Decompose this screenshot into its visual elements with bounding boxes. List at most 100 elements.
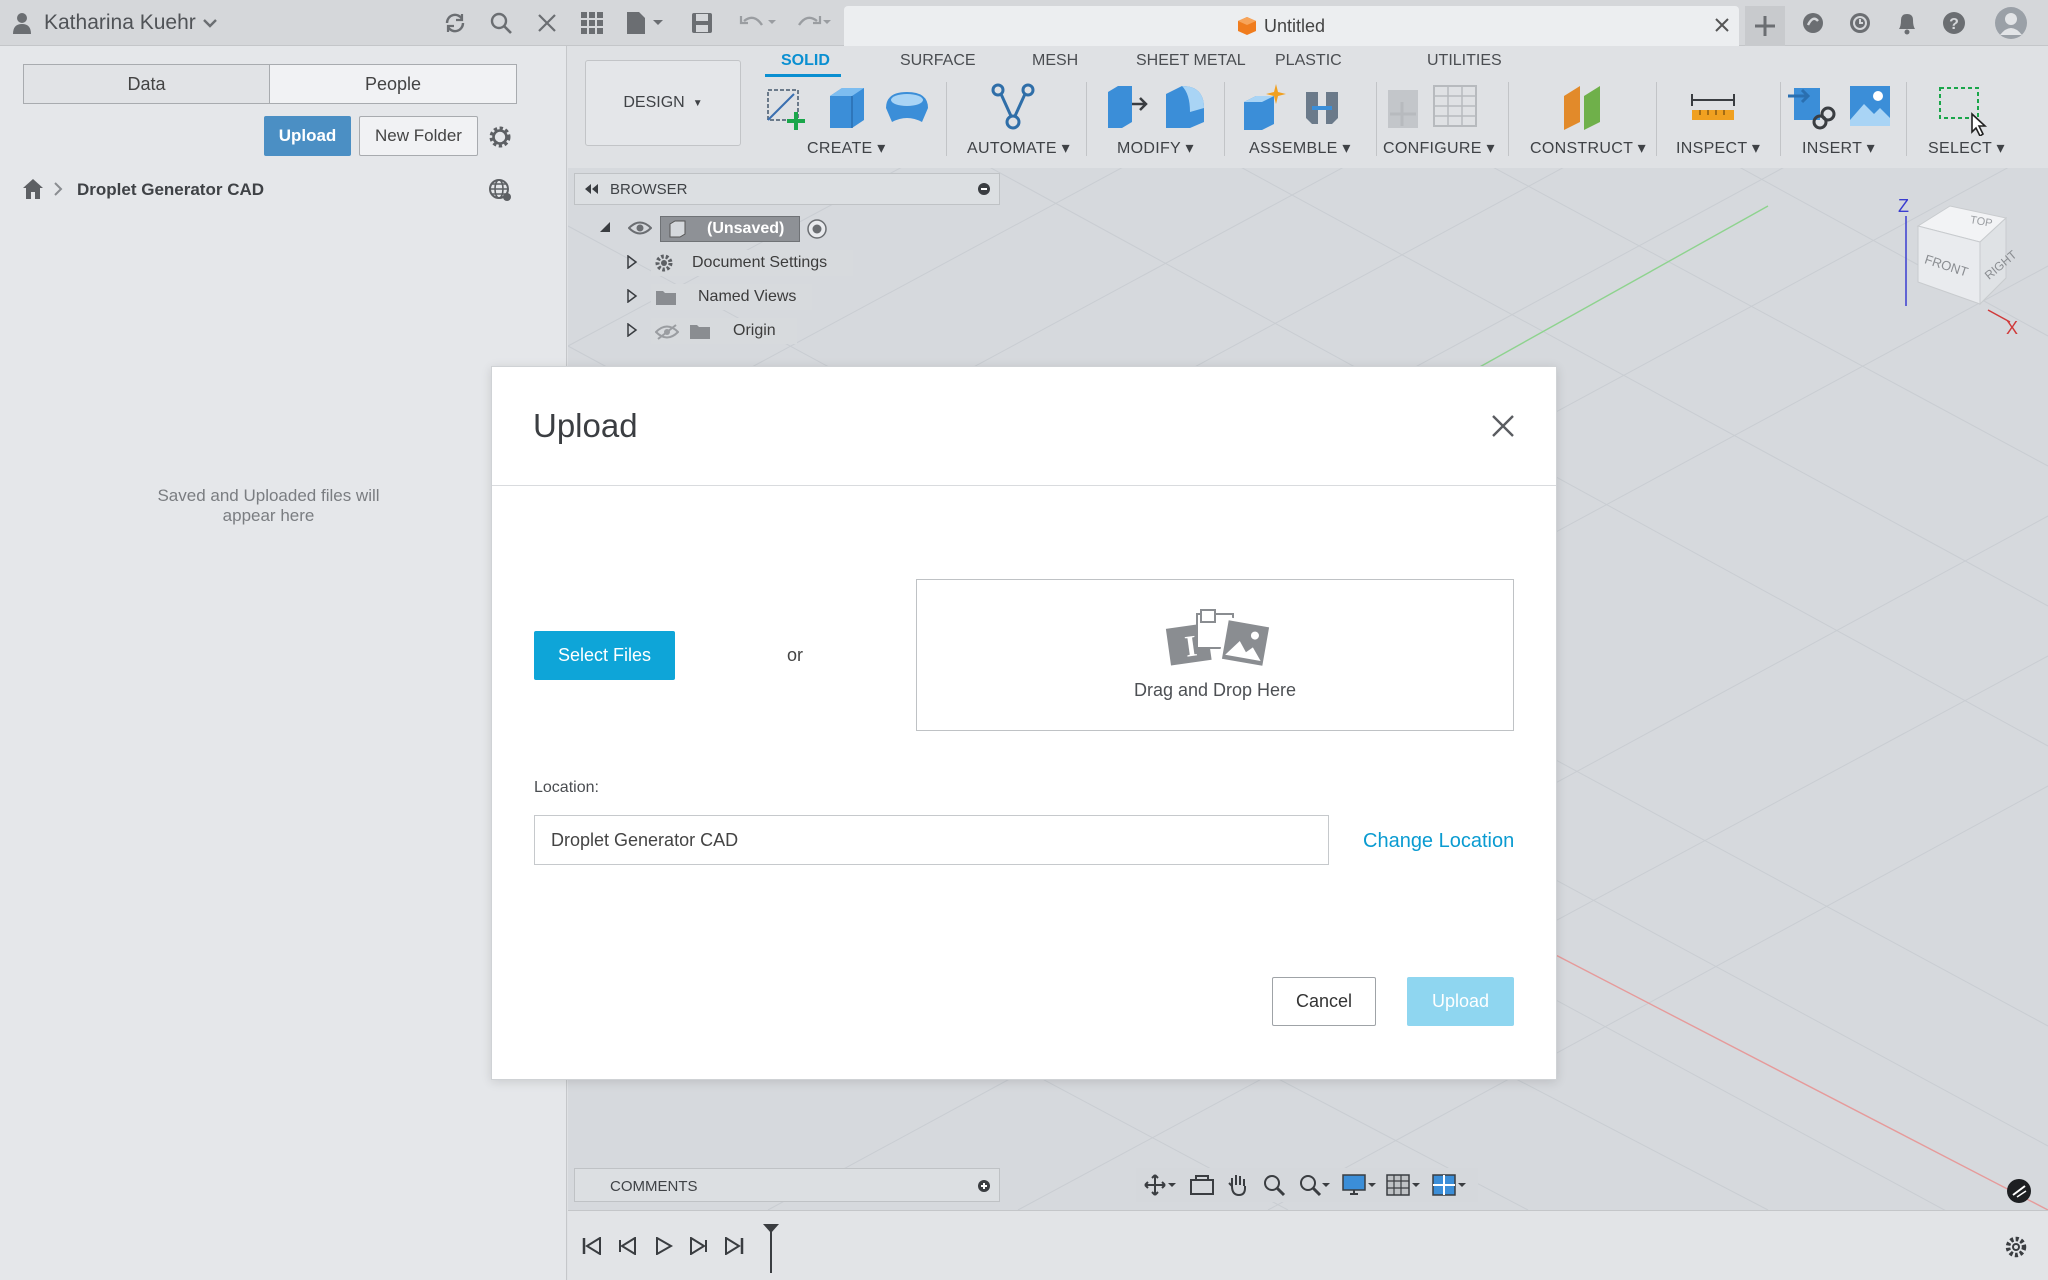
tree-expand-icon[interactable] <box>626 254 638 274</box>
press-pull-icon[interactable] <box>1102 82 1150 137</box>
empty-message-line: Saved and Uploaded files will <box>157 486 380 505</box>
group-modify[interactable]: MODIFY ▾ <box>1117 138 1194 158</box>
hidden-eye-icon[interactable] <box>654 323 680 346</box>
upload-confirm-button[interactable]: Upload <box>1407 977 1514 1026</box>
step-forward-icon[interactable] <box>688 1236 708 1260</box>
job-status-icon[interactable] <box>1846 9 1874 37</box>
measure-icon[interactable] <box>1688 90 1738 131</box>
help-icon[interactable]: ? <box>1940 9 1968 37</box>
undo-icon[interactable] <box>737 9 779 37</box>
extrude-icon[interactable] <box>822 82 870 137</box>
search-icon[interactable] <box>487 9 515 37</box>
new-folder-button[interactable]: New Folder <box>359 116 478 156</box>
tree-item-document-settings[interactable]: Document Settings <box>651 250 853 276</box>
group-create[interactable]: CREATE ▾ <box>807 138 886 158</box>
group-automate[interactable]: AUTOMATE ▾ <box>967 138 1070 158</box>
refresh-icon[interactable] <box>441 9 469 37</box>
orbit-icon[interactable] <box>1144 1174 1176 1201</box>
tab-plastic[interactable]: PLASTIC <box>1275 52 1342 70</box>
apps-grid-icon[interactable] <box>578 9 606 37</box>
pan-hand-icon[interactable] <box>1226 1173 1250 1202</box>
separator <box>1086 82 1087 156</box>
drop-zone[interactable]: I Drag and Drop Here <box>916 579 1514 731</box>
notifications-bell-icon[interactable] <box>1893 9 1921 37</box>
save-icon[interactable] <box>688 9 716 37</box>
canvas-image-icon[interactable] <box>1848 84 1892 133</box>
location-field[interactable]: Droplet Generator CAD <box>534 815 1329 865</box>
tab-data[interactable]: Data <box>23 64 270 104</box>
go-to-start-icon[interactable] <box>582 1236 602 1260</box>
offset-plane-icon[interactable] <box>1558 82 1608 137</box>
comments-panel-header[interactable]: COMMENTS <box>574 1168 1000 1202</box>
grid-settings-icon[interactable] <box>1386 1174 1420 1201</box>
minimize-icon[interactable] <box>977 182 991 201</box>
create-sketch-icon[interactable] <box>762 84 810 137</box>
viewcube[interactable]: TOP FRONT RIGHT Z X <box>1888 196 2019 338</box>
gear-icon <box>654 253 674 278</box>
redo-icon[interactable] <box>792 9 834 37</box>
extensions-icon[interactable] <box>1799 9 1827 37</box>
close-tab-icon[interactable] <box>1713 16 1731 39</box>
zoom-icon[interactable] <box>1262 1173 1286 1202</box>
group-inspect[interactable]: INSPECT ▾ <box>1676 138 1760 158</box>
fusion-assistant-icon[interactable] <box>2006 1178 2032 1209</box>
file-menu-icon[interactable] <box>624 9 666 37</box>
fit-zoom-icon[interactable] <box>1298 1173 1330 1202</box>
automate-icon[interactable] <box>988 82 1038 137</box>
browser-panel-header[interactable]: BROWSER <box>574 173 1000 205</box>
select-files-button[interactable]: Select Files <box>534 631 675 680</box>
tree-expand-icon[interactable] <box>626 288 638 308</box>
collapse-left-icon[interactable] <box>583 182 599 201</box>
group-insert[interactable]: INSERT ▾ <box>1802 138 1875 158</box>
upload-button[interactable]: Upload <box>264 116 351 156</box>
settings-gear-icon[interactable] <box>487 124 513 155</box>
tree-collapse-icon[interactable] <box>598 220 612 239</box>
tree-expand-icon[interactable] <box>626 322 638 342</box>
tab-solid[interactable]: SOLID <box>781 52 830 70</box>
configure-icon[interactable] <box>1382 82 1482 137</box>
close-icon[interactable] <box>1490 413 1516 439</box>
group-assemble[interactable]: ASSEMBLE ▾ <box>1249 138 1351 158</box>
breadcrumb[interactable]: Droplet Generator CAD <box>77 180 264 200</box>
visibility-eye-icon[interactable] <box>627 219 653 242</box>
chevron-down-icon[interactable] <box>196 9 224 37</box>
fillet-icon[interactable] <box>1160 82 1210 137</box>
group-configure[interactable]: CONFIGURE ▾ <box>1383 138 1495 158</box>
revolve-icon[interactable] <box>882 86 932 135</box>
tab-mesh[interactable]: MESH <box>1032 52 1078 70</box>
home-icon[interactable] <box>22 178 44 205</box>
tree-root-node[interactable]: (Unsaved) <box>660 216 800 242</box>
tree-item-origin[interactable]: Origin <box>651 318 797 344</box>
new-component-icon[interactable] <box>1238 82 1288 137</box>
cancel-button[interactable]: Cancel <box>1272 977 1376 1026</box>
insert-derive-icon[interactable] <box>1786 82 1836 139</box>
workspace-switcher[interactable]: DESIGN ▼ <box>585 60 741 146</box>
new-tab-button[interactable] <box>1745 6 1785 46</box>
play-icon[interactable] <box>654 1236 674 1260</box>
change-location-link[interactable]: Change Location <box>1363 830 1514 853</box>
joint-icon[interactable] <box>1298 84 1346 137</box>
tab-utilities[interactable]: UTILITIES <box>1427 52 1502 70</box>
group-construct[interactable]: CONSTRUCT ▾ <box>1530 138 1646 158</box>
ribbon-toolbar: DESIGN ▼ SOLID SURFACE MESH SHEET METAL P… <box>568 46 2048 168</box>
activate-radio-icon[interactable] <box>806 218 828 245</box>
user-name[interactable]: Katharina Kuehr <box>44 11 196 35</box>
account-avatar[interactable] <box>1994 6 2028 40</box>
tree-item-named-views[interactable]: Named Views <box>651 284 812 310</box>
tab-sheet-metal[interactable]: SHEET METAL <box>1136 52 1246 70</box>
step-back-icon[interactable] <box>618 1236 638 1260</box>
select-window-icon[interactable] <box>1934 84 1990 141</box>
tab-people[interactable]: People <box>269 64 517 104</box>
look-at-icon[interactable] <box>1190 1174 1214 1201</box>
go-to-end-icon[interactable] <box>724 1236 744 1260</box>
viewports-icon[interactable] <box>1432 1174 1466 1201</box>
close-icon[interactable] <box>533 9 561 37</box>
globe-share-icon[interactable] <box>488 178 512 207</box>
timeline-settings-gear-icon[interactable] <box>2004 1235 2028 1264</box>
expand-plus-icon[interactable] <box>977 1179 991 1198</box>
display-settings-icon[interactable] <box>1342 1174 1376 1201</box>
group-select[interactable]: SELECT ▾ <box>1928 138 2005 158</box>
browser-title: BROWSER <box>610 181 688 198</box>
timeline-marker[interactable] <box>762 1223 780 1278</box>
tab-surface[interactable]: SURFACE <box>900 52 976 70</box>
